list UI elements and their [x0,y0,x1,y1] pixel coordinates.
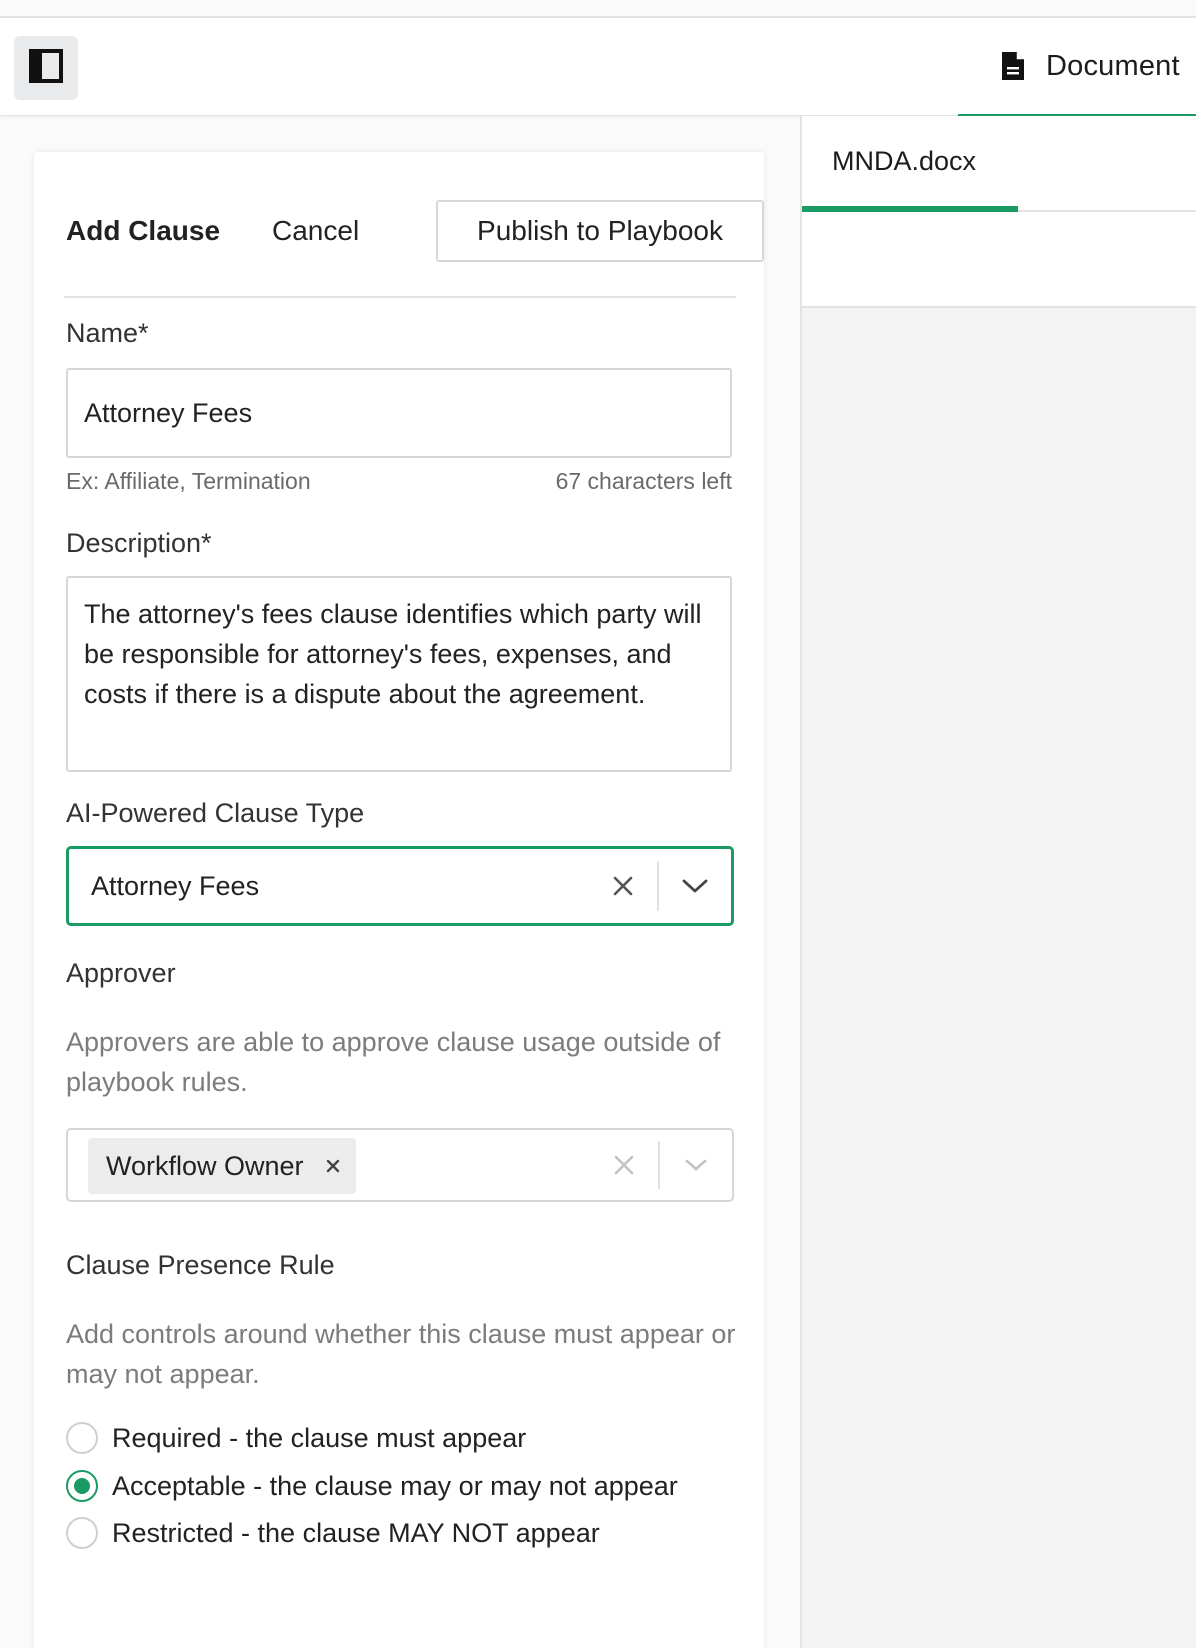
approver-select[interactable]: Workflow Owner [66,1128,734,1202]
chevron-down-icon[interactable] [677,868,713,904]
top-bar: Document [0,16,1196,118]
radio-restricted[interactable]: Restricted - the clause MAY NOT appear [66,1513,600,1553]
document-viewer [802,308,1196,1648]
header-divider [64,296,736,298]
description-field[interactable] [66,576,732,772]
remove-chip-icon[interactable] [326,1159,340,1173]
clause-type-value: Attorney Fees [91,870,260,901]
radio-acceptable-label: Acceptable - the clause may or may not a… [112,1470,678,1501]
name-hint: Ex: Affiliate, Termination [66,468,311,494]
radio-dot [74,1478,90,1494]
approver-chip-label: Workflow Owner [106,1150,304,1181]
presence-rule-help-text: Add controls around whether this clause … [66,1319,736,1389]
document-tabs: MNDA.docx [802,116,1196,212]
clause-type-label: AI-Powered Clause Type [66,798,365,828]
cancel-button[interactable]: Cancel [272,200,359,262]
select-separator [657,860,659,912]
tab-document-label: Document [1046,49,1180,82]
approver-chip: Workflow Owner [88,1138,356,1194]
clause-type-select[interactable]: Attorney Fees [66,846,734,926]
clear-approvers-icon[interactable] [608,1149,640,1181]
chevron-down-icon[interactable] [678,1147,714,1183]
name-label: Name* [66,318,149,348]
document-icon [1000,50,1026,82]
clause-form-panel: Add Clause Cancel Publish to Playbook Na… [34,152,764,1648]
radio-required-label: Required - the clause must appear [112,1422,527,1453]
radio-acceptable[interactable]: Acceptable - the clause may or may not a… [66,1466,678,1506]
tab-mnda-docx[interactable]: MNDA.docx [802,116,1018,212]
document-toolbar [802,212,1196,308]
presence-rule-label: Clause Presence Rule [66,1250,335,1280]
radio-restricted-label: Restricted - the clause MAY NOT appear [112,1517,600,1548]
clear-selection-icon[interactable] [607,870,639,902]
sidebar-panel-icon [29,48,63,88]
select-separator [658,1141,660,1189]
sidebar-toggle-button[interactable] [14,36,78,100]
app-root: Document Add Clause Cancel Publish to Pl… [0,0,1196,1648]
publish-to-playbook-button[interactable]: Publish to Playbook [436,200,764,262]
name-field[interactable] [66,368,732,458]
approver-label: Approver [66,958,176,988]
tab-document[interactable]: Document [958,18,1196,118]
radio-button-checked[interactable] [66,1470,98,1502]
radio-button[interactable] [66,1422,98,1454]
form-action-row: Add Clause Cancel Publish to Playbook [66,200,764,262]
radio-required[interactable]: Required - the clause must appear [66,1418,526,1458]
name-char-counter: 67 characters left [555,468,732,494]
description-label: Description* [66,528,212,558]
add-clause-button[interactable]: Add Clause [66,200,220,262]
approver-help-text: Approvers are able to approve clause usa… [66,1027,721,1097]
radio-button[interactable] [66,1517,98,1549]
